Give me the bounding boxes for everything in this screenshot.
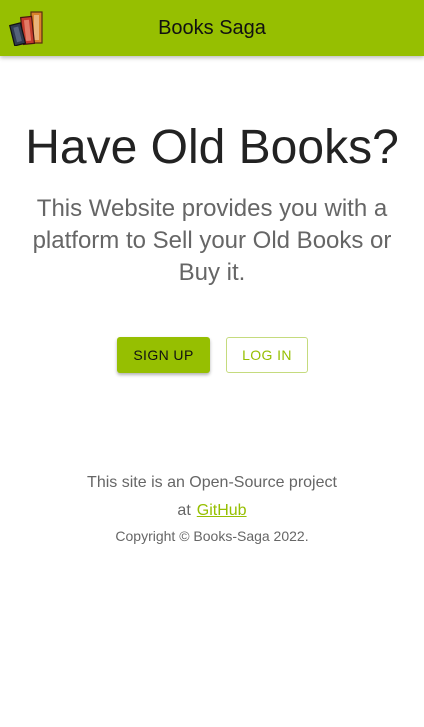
- github-line: at GitHub: [0, 501, 424, 521]
- sign-up-button[interactable]: SIGN UP: [117, 337, 210, 373]
- log-in-button[interactable]: LOG IN: [226, 337, 308, 373]
- github-link[interactable]: GitHub: [197, 502, 247, 519]
- open-source-text: This site is an Open-Source project: [87, 474, 337, 491]
- app-bar: Books Saga: [0, 0, 424, 56]
- copyright-text: Copyright © Books-Saga 2022.: [115, 528, 309, 544]
- app-title: Books Saga: [158, 17, 266, 39]
- at-text: at: [177, 502, 191, 519]
- hero-subtitle: This Website provides you with a platfor…: [32, 195, 392, 286]
- hero-title: Have Old Books?: [25, 121, 399, 174]
